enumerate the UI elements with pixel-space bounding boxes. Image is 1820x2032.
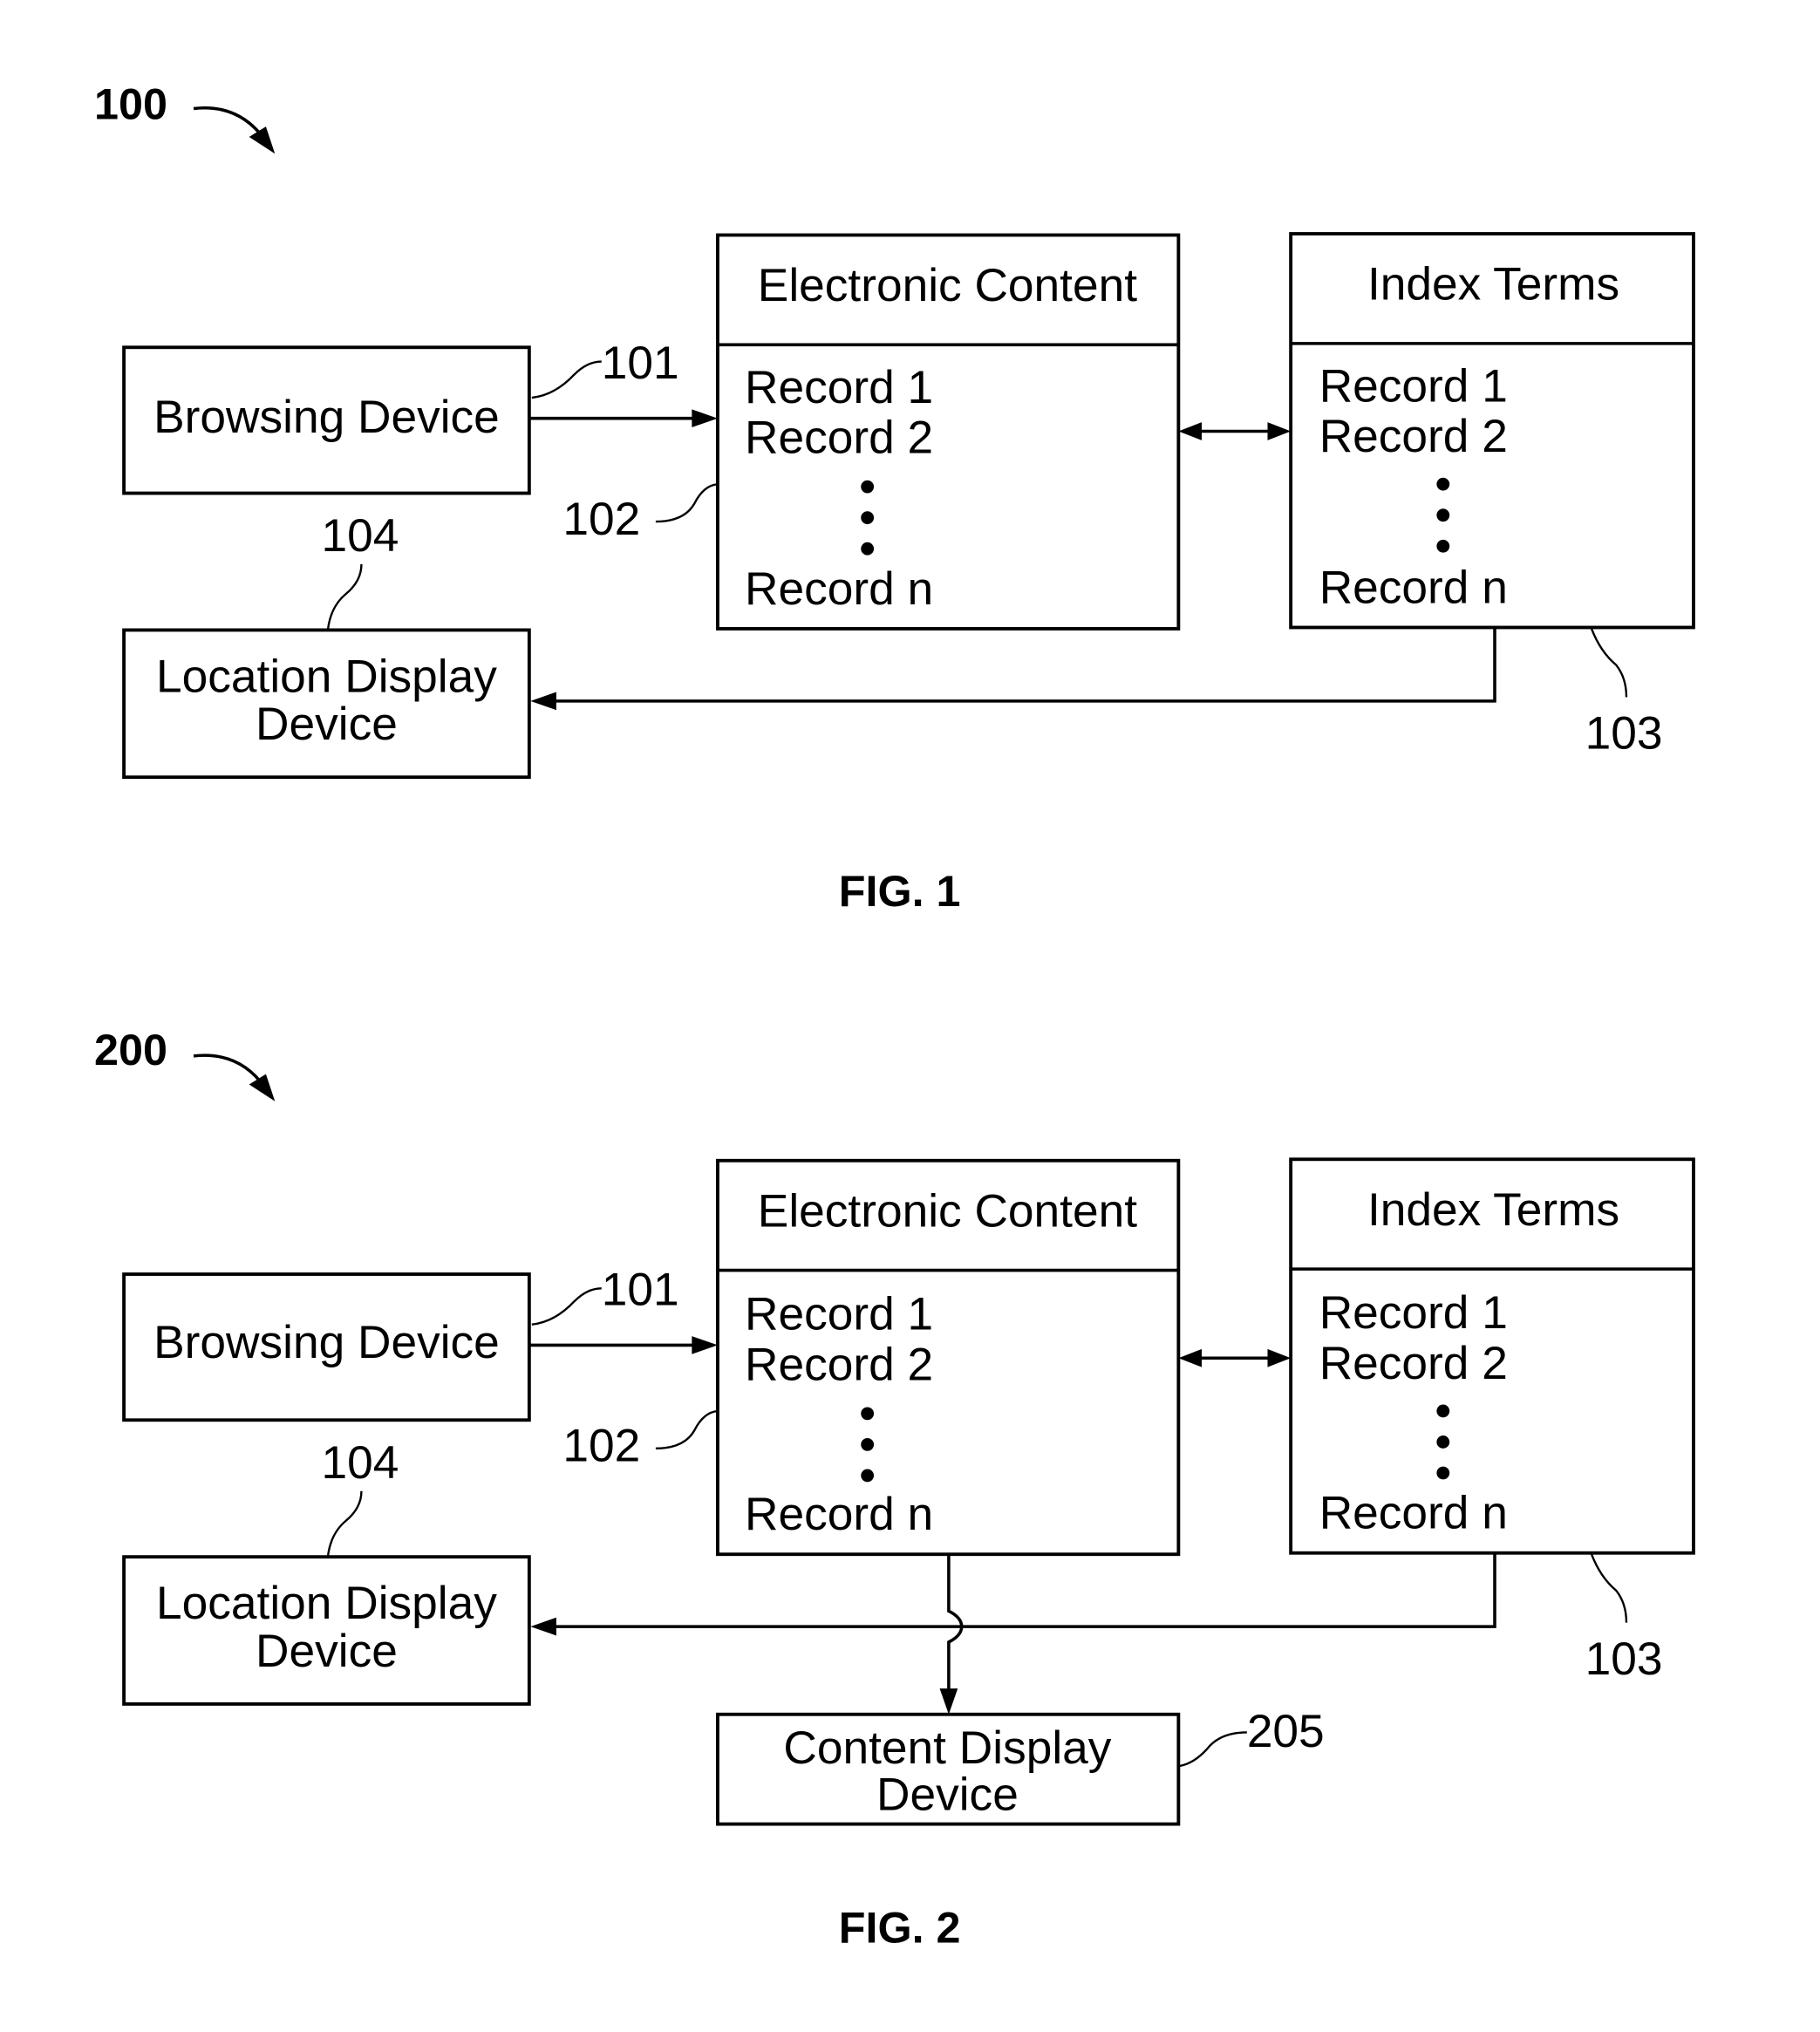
patent-drawing: 100 Browsing Device 101 Electronic Conte… bbox=[94, 78, 1695, 1953]
record-2: Record 2 bbox=[745, 413, 933, 464]
ref-104: 104 bbox=[322, 510, 399, 562]
ellipsis-dot bbox=[1436, 477, 1450, 491]
ellipsis-dot bbox=[1436, 1466, 1450, 1480]
ellipsis-dot bbox=[861, 1407, 875, 1421]
record-2: Record 2 bbox=[745, 1339, 933, 1390]
arrow-index-to-location bbox=[552, 1554, 1496, 1628]
record-n: Record n bbox=[745, 1489, 933, 1540]
arrowhead bbox=[530, 1617, 556, 1636]
figure-1: 100 Browsing Device 101 Electronic Conte… bbox=[94, 78, 1695, 916]
figure-pointer-arrowhead bbox=[249, 1074, 276, 1101]
arrowhead bbox=[1267, 422, 1292, 440]
location-display-label-line1: Location Display bbox=[156, 651, 497, 702]
ref-102: 102 bbox=[562, 494, 640, 545]
arrowhead bbox=[530, 692, 556, 711]
figure-ref-200: 200 bbox=[94, 1025, 167, 1074]
record-2: Record 2 bbox=[1319, 1338, 1508, 1389]
record-n: Record n bbox=[1319, 562, 1508, 613]
record-n: Record n bbox=[745, 563, 933, 615]
leader-103 bbox=[1590, 628, 1628, 698]
leader-101 bbox=[531, 360, 602, 399]
ellipsis-dot bbox=[1436, 1435, 1450, 1449]
ref-104: 104 bbox=[322, 1437, 399, 1489]
arrow-index-to-location bbox=[552, 628, 1496, 703]
browsing-device-label: Browsing Device bbox=[153, 392, 500, 443]
ellipsis-dot bbox=[861, 542, 875, 556]
ref-103: 103 bbox=[1585, 708, 1663, 760]
ref-101: 101 bbox=[602, 1265, 679, 1316]
ref-205: 205 bbox=[1247, 1706, 1325, 1757]
leader-104 bbox=[326, 1490, 363, 1558]
ellipsis-dot bbox=[861, 511, 875, 525]
index-terms-title: Index Terms bbox=[1367, 1184, 1619, 1236]
browsing-device-label: Browsing Device bbox=[153, 1317, 500, 1368]
record-1: Record 1 bbox=[745, 1289, 933, 1340]
ellipsis-dot bbox=[1436, 508, 1450, 522]
arrowhead bbox=[1178, 1348, 1203, 1367]
record-n: Record n bbox=[1319, 1488, 1508, 1539]
arrow-content-to-content-display bbox=[947, 1555, 964, 1694]
leader-102 bbox=[655, 1409, 719, 1450]
content-display-label-line2: Device bbox=[876, 1769, 1019, 1820]
figure-ref-100: 100 bbox=[94, 78, 167, 128]
figure-pointer-arrowhead bbox=[249, 126, 276, 154]
arrowhead bbox=[939, 1688, 958, 1715]
ref-103: 103 bbox=[1585, 1633, 1663, 1685]
record-2: Record 2 bbox=[1319, 411, 1508, 462]
figure-caption: FIG. 1 bbox=[839, 866, 961, 916]
leader-101 bbox=[531, 1287, 602, 1326]
location-display-label-line2: Device bbox=[256, 1626, 398, 1677]
ellipsis-dot bbox=[1436, 1404, 1450, 1418]
ellipsis-dot bbox=[861, 1469, 875, 1483]
arrowhead bbox=[1267, 1348, 1292, 1367]
ref-101: 101 bbox=[602, 338, 679, 389]
figure-caption: FIG. 2 bbox=[839, 1903, 961, 1953]
figure-2: 200 Browsing Device 101 Electronic Conte… bbox=[94, 1025, 1695, 1953]
record-1: Record 1 bbox=[1319, 1287, 1508, 1339]
electronic-content-title: Electronic Content bbox=[758, 1185, 1137, 1237]
arrowhead bbox=[692, 409, 718, 428]
electronic-content-title: Electronic Content bbox=[758, 260, 1137, 311]
content-display-label-line1: Content Display bbox=[783, 1722, 1111, 1774]
leader-104 bbox=[326, 563, 363, 631]
leader-103 bbox=[1590, 1553, 1628, 1623]
arrowhead bbox=[1178, 422, 1203, 440]
ellipsis-dot bbox=[861, 1438, 875, 1451]
ellipsis-dot bbox=[861, 480, 875, 494]
leader-102 bbox=[655, 483, 719, 523]
record-1: Record 1 bbox=[1319, 360, 1508, 412]
ellipsis-dot bbox=[1436, 539, 1450, 553]
location-display-label-line1: Location Display bbox=[156, 1578, 497, 1629]
arrowhead bbox=[692, 1336, 718, 1354]
index-terms-title: Index Terms bbox=[1367, 259, 1619, 310]
leader-205 bbox=[1179, 1731, 1247, 1768]
ref-102: 102 bbox=[562, 1421, 640, 1472]
record-1: Record 1 bbox=[745, 362, 933, 413]
location-display-label-line2: Device bbox=[256, 699, 398, 750]
